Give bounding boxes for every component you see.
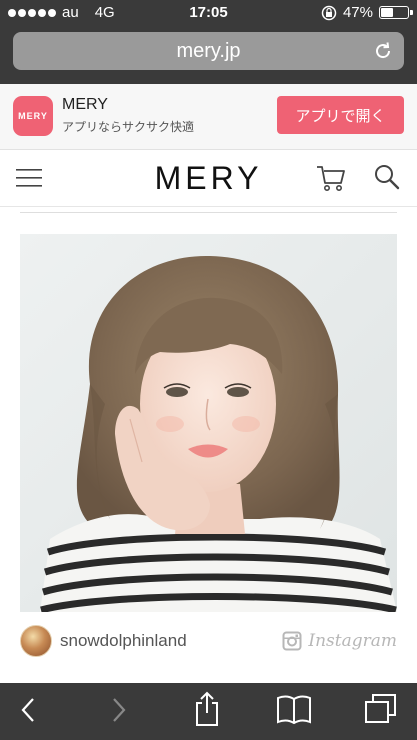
share-icon[interactable] xyxy=(193,691,221,727)
tabs-icon[interactable] xyxy=(364,693,398,725)
reload-icon[interactable] xyxy=(372,40,394,62)
app-name: MERY xyxy=(62,96,108,113)
site-header: MERY xyxy=(0,150,417,207)
browser-address-area: mery.jp xyxy=(0,26,417,84)
content-divider xyxy=(20,212,397,213)
app-icon[interactable]: MERY xyxy=(13,96,53,136)
bookmarks-icon[interactable] xyxy=(276,693,312,725)
url-text[interactable]: mery.jp xyxy=(13,40,404,63)
instagram-label: Instagram xyxy=(308,631,397,651)
photo-credit: snowdolphinland Instagram xyxy=(20,625,397,659)
forward-icon[interactable] xyxy=(109,695,129,725)
address-bar[interactable]: mery.jp xyxy=(13,32,404,70)
instagram-icon xyxy=(282,631,302,651)
back-icon[interactable] xyxy=(18,695,38,725)
hairstyle-photo xyxy=(20,234,397,612)
status-bar: au 4G 17:05 47% xyxy=(0,0,417,26)
search-icon[interactable] xyxy=(373,163,401,191)
app-install-banner: MERY MERY アプリならサクサク快適 アプリで開く xyxy=(0,84,417,150)
battery-level xyxy=(381,8,393,17)
site-logo[interactable]: MERY xyxy=(0,160,417,197)
credit-username[interactable]: snowdolphinland xyxy=(60,631,187,651)
cart-icon[interactable] xyxy=(315,163,347,193)
browser-toolbar xyxy=(0,683,417,740)
user-avatar[interactable] xyxy=(20,625,52,657)
app-tagline: アプリならサクサク快適 xyxy=(62,120,195,134)
battery-percent: 47% xyxy=(342,4,373,21)
battery-icon xyxy=(379,6,413,19)
status-right: 47% xyxy=(321,4,413,21)
open-in-app-button[interactable]: アプリで開く xyxy=(277,96,404,134)
rotation-lock-icon xyxy=(321,5,337,20)
instagram-source[interactable]: Instagram xyxy=(282,631,397,651)
